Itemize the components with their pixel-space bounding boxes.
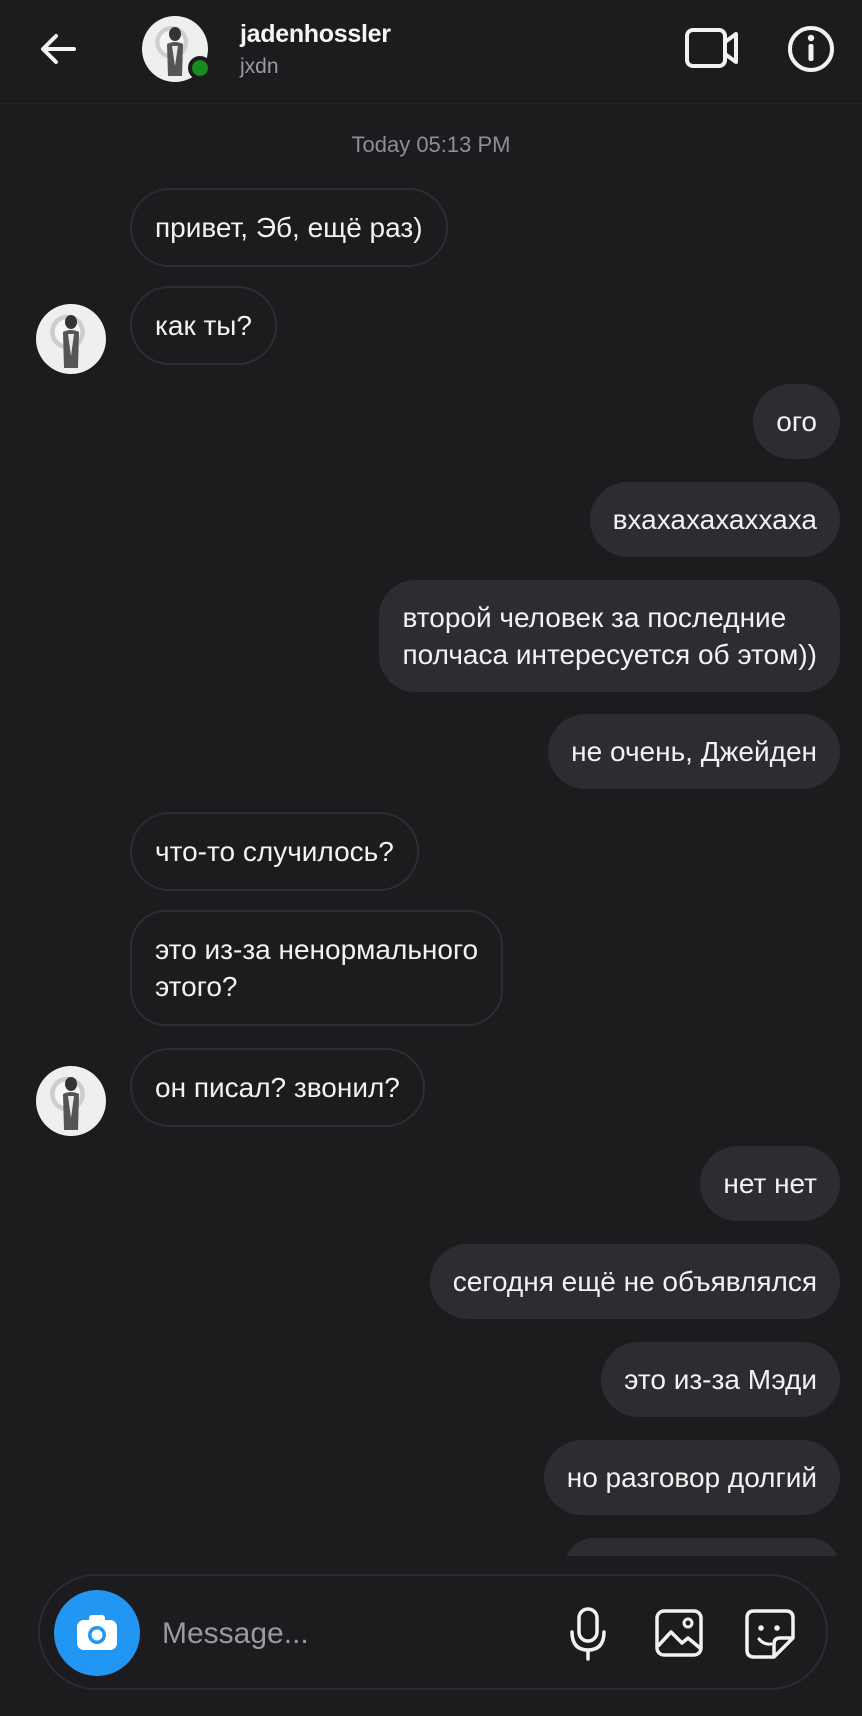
video-call-icon[interactable] xyxy=(684,22,740,74)
message-bubble-outgoing[interactable]: нет нет xyxy=(700,1146,840,1221)
message-text-line: полчаса интересуется об этом)) xyxy=(402,639,817,670)
message-bubble-outgoing[interactable]: но разговор долгий xyxy=(543,1440,840,1515)
message-bubble-incoming[interactable]: привет, Эб, ещё раз) xyxy=(130,188,448,267)
sender-avatar[interactable] xyxy=(36,1066,106,1136)
message-timestamp: Today 05:13 PM xyxy=(351,132,511,157)
message-text: сегодня ещё не объявлялся xyxy=(452,1266,817,1297)
message-bubble-outgoing[interactable]: это из-за Мэди xyxy=(601,1342,840,1417)
message-text-line: второй человек за последние xyxy=(402,602,787,633)
message-text: не очень, Джейден xyxy=(571,736,817,767)
message-bubble-outgoing-partial[interactable] xyxy=(564,1538,840,1556)
message-text: он писал? звонил? xyxy=(155,1072,400,1103)
message-text: как ты? xyxy=(155,310,252,341)
chat-screen: jadenhossler jxdn Today 05:13 PM привет,… xyxy=(0,0,862,1716)
message-bubble-incoming[interactable]: это из-за ненормального этого? xyxy=(130,910,504,1026)
message-text: вхахахахаххаха xyxy=(612,504,817,535)
camera-button[interactable] xyxy=(54,1590,140,1676)
message-text-line: это из-за ненормального xyxy=(155,934,479,965)
sticker-icon[interactable] xyxy=(744,1608,796,1660)
message-text-line: этого? xyxy=(155,971,238,1002)
message-text: нет нет xyxy=(723,1168,817,1199)
message-text: это из-за Мэди xyxy=(624,1364,817,1395)
message-list[interactable]: Today 05:13 PM привет, Эб, ещё раз) как … xyxy=(0,104,862,1556)
back-arrow-icon[interactable] xyxy=(36,26,82,72)
message-text: но разговор долгий xyxy=(566,1462,817,1493)
message-text: привет, Эб, ещё раз) xyxy=(155,212,423,243)
display-name: jxdn xyxy=(240,55,279,78)
sender-avatar[interactable] xyxy=(36,304,106,374)
message-bubble-incoming[interactable]: он писал? звонил? xyxy=(130,1048,425,1127)
camera-icon xyxy=(77,1615,117,1650)
microphone-icon[interactable] xyxy=(568,1606,608,1662)
message-text: ого xyxy=(776,406,817,437)
message-text: что-то случилось? xyxy=(155,836,394,867)
message-input[interactable] xyxy=(162,1612,542,1656)
message-bubble-outgoing[interactable]: вхахахахаххаха xyxy=(589,482,840,557)
message-bubble-incoming[interactable]: что-то случилось? xyxy=(130,812,419,891)
conversation-title[interactable]: jadenhossler jxdn xyxy=(240,20,391,79)
username: jadenhossler xyxy=(240,20,391,48)
online-status-dot xyxy=(188,56,212,80)
profile-avatar[interactable] xyxy=(142,16,212,82)
message-bubble-outgoing[interactable]: сегодня ещё не объявлялся xyxy=(429,1244,840,1319)
chat-header: jadenhossler jxdn xyxy=(0,0,862,104)
info-icon[interactable] xyxy=(786,24,836,74)
gallery-icon[interactable] xyxy=(654,1608,704,1658)
message-bubble-outgoing[interactable]: не очень, Джейден xyxy=(548,714,840,789)
message-bubble-outgoing[interactable]: ого xyxy=(753,384,840,459)
message-bubble-outgoing[interactable]: второй человек за последние полчаса инте… xyxy=(379,580,840,692)
message-bubble-incoming[interactable]: как ты? xyxy=(130,286,277,365)
message-composer xyxy=(38,1574,828,1690)
